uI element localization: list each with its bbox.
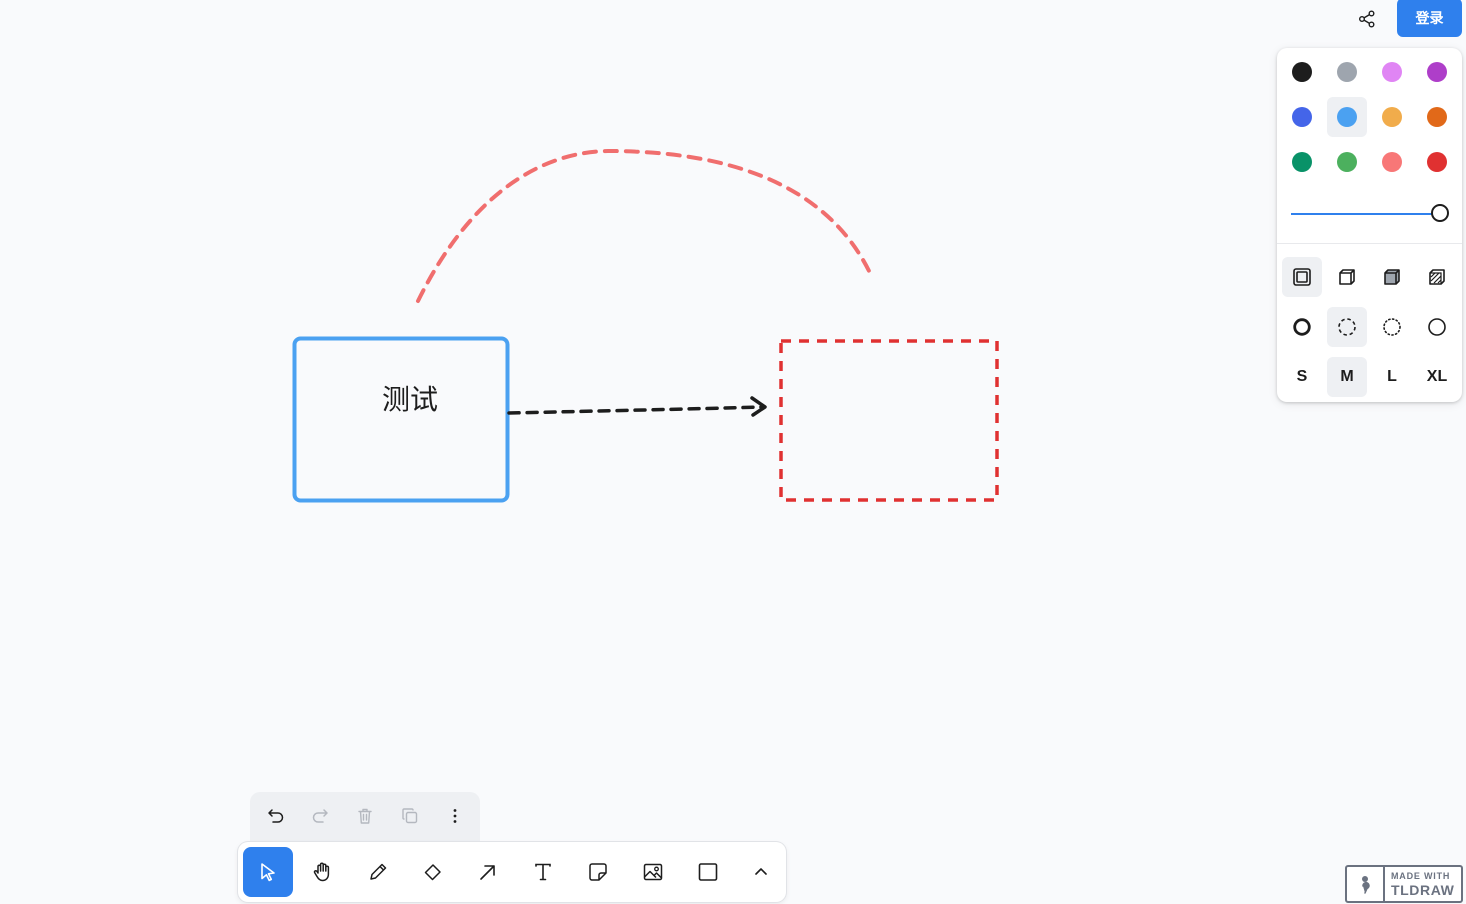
size-xl-button[interactable]: XL	[1417, 357, 1457, 397]
color-dot-red	[1427, 152, 1447, 172]
dash-dotted-icon	[1383, 318, 1401, 336]
fill-pattern-button[interactable]	[1417, 257, 1457, 297]
fill-none-icon	[1293, 268, 1311, 286]
more-icon	[453, 809, 457, 823]
fill-pattern-icon	[1429, 269, 1445, 285]
dashed-rectangle-shape[interactable]	[779, 339, 999, 502]
fill-solid-button[interactable]	[1372, 257, 1412, 297]
dash-draw-button[interactable]	[1282, 307, 1322, 347]
color-dot-black	[1292, 62, 1312, 82]
trash-icon	[358, 808, 372, 824]
color-dot-violet	[1427, 62, 1447, 82]
color-dot-orange	[1427, 107, 1447, 127]
dash-dashed-button[interactable]	[1327, 307, 1367, 347]
text-tool-button[interactable]	[518, 847, 568, 897]
hand-icon	[313, 862, 330, 882]
image-icon	[643, 863, 663, 881]
drawing-canvas[interactable]: 测试	[0, 0, 1466, 904]
panel-divider	[1277, 243, 1462, 244]
more-tools-button[interactable]	[736, 847, 786, 897]
fill-semi-icon	[1339, 269, 1355, 285]
color-swatch-green[interactable]	[1282, 142, 1322, 182]
opacity-slider-track	[1291, 213, 1439, 215]
dashed-arrow-shape[interactable]	[507, 405, 764, 415]
redo-icon	[312, 809, 328, 823]
fill-none-button[interactable]	[1282, 257, 1322, 297]
dash-dashed-icon	[1338, 318, 1356, 336]
rectangle-tool-button[interactable]	[683, 847, 733, 897]
color-swatch-blue[interactable]	[1282, 97, 1322, 137]
chevron-up-icon	[755, 868, 767, 875]
watermark-line2: TLDRAW	[1391, 881, 1455, 898]
share-icon	[1359, 10, 1375, 28]
arrow-icon	[480, 865, 495, 880]
redo-button[interactable]	[298, 794, 342, 838]
color-dot-light-blue	[1337, 107, 1357, 127]
eraser-tool-button[interactable]	[408, 847, 458, 897]
color-swatch-light-green[interactable]	[1327, 142, 1367, 182]
text-box-shape[interactable]	[292, 336, 510, 503]
color-swatch-light-blue[interactable]	[1327, 97, 1367, 137]
action-bar	[250, 792, 480, 841]
dash-solid-icon	[1428, 318, 1446, 336]
opacity-slider[interactable]	[1291, 202, 1449, 226]
color-dot-green	[1292, 152, 1312, 172]
color-swatch-light-violet[interactable]	[1372, 52, 1412, 92]
watermark-line1: MADE WITH	[1391, 870, 1451, 881]
tldraw-logo-icon	[1347, 867, 1385, 901]
color-dot-light-red	[1382, 152, 1402, 172]
hand-tool-button[interactable]	[298, 847, 348, 897]
made-with-tldraw-badge[interactable]: MADE WITH TLDRAW	[1345, 865, 1463, 903]
color-dot-light-violet	[1382, 62, 1402, 82]
delete-button[interactable]	[343, 794, 387, 838]
color-swatch-black[interactable]	[1282, 52, 1322, 92]
image-tool-button[interactable]	[628, 847, 678, 897]
login-button[interactable]: 登录	[1397, 0, 1462, 37]
share-button[interactable]	[1350, 4, 1384, 34]
pencil-icon	[370, 863, 387, 880]
color-dot-yellow	[1382, 107, 1402, 127]
fill-solid-icon	[1384, 269, 1400, 285]
select-tool-button[interactable]	[243, 847, 293, 897]
color-swatch-light-red[interactable]	[1372, 142, 1412, 182]
color-dot-light-green	[1337, 152, 1357, 172]
color-dot-blue	[1292, 107, 1312, 127]
style-panel: S M L XL	[1277, 48, 1462, 402]
select-icon	[261, 863, 275, 882]
color-swatch-yellow[interactable]	[1372, 97, 1412, 137]
eraser-icon	[424, 864, 441, 881]
draw-tool-button[interactable]	[353, 847, 403, 897]
more-button[interactable]	[433, 794, 477, 838]
color-swatch-red[interactable]	[1417, 142, 1457, 182]
size-m-button[interactable]: M	[1327, 357, 1367, 397]
arrow-tool-button[interactable]	[463, 847, 513, 897]
size-s-button[interactable]: S	[1282, 357, 1322, 397]
color-dot-grey	[1337, 62, 1357, 82]
size-l-button[interactable]: L	[1372, 357, 1412, 397]
color-swatch-violet[interactable]	[1417, 52, 1457, 92]
dash-draw-icon	[1293, 318, 1311, 336]
dash-solid-button[interactable]	[1417, 307, 1457, 347]
duplicate-button[interactable]	[388, 794, 432, 838]
rectangle-icon	[698, 863, 718, 881]
undo-button[interactable]	[254, 794, 298, 838]
fill-semi-button[interactable]	[1327, 257, 1367, 297]
main-toolbar	[238, 842, 786, 902]
color-swatch-orange[interactable]	[1417, 97, 1457, 137]
text-box-label: 测试	[382, 383, 438, 416]
text-icon	[535, 863, 551, 881]
duplicate-icon	[402, 808, 418, 824]
color-swatch-grey[interactable]	[1327, 52, 1367, 92]
opacity-slider-thumb[interactable]	[1431, 204, 1449, 222]
note-icon	[589, 863, 607, 881]
note-tool-button[interactable]	[573, 847, 623, 897]
dash-dotted-button[interactable]	[1372, 307, 1412, 347]
dashed-arc-shape[interactable]	[416, 148, 872, 303]
undo-icon	[268, 809, 284, 823]
